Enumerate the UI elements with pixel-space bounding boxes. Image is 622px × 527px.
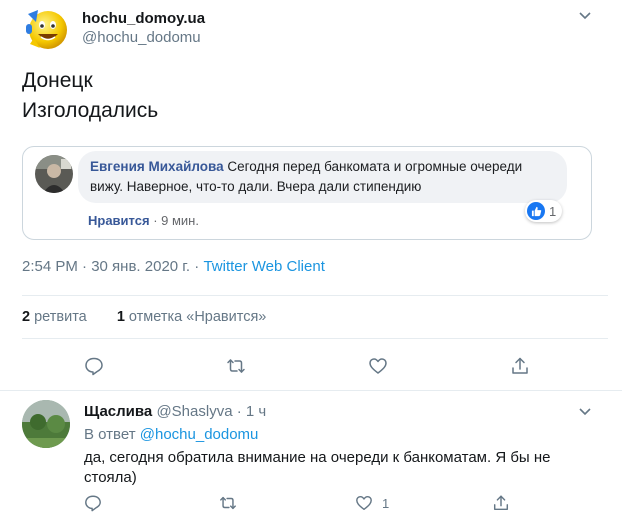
reaction-badge: 1 <box>525 200 563 222</box>
main-tweet: hochu_domoy.ua @hochu_dodomu Донецк Изго… <box>0 0 622 391</box>
tweet-text-line: Донецк <box>22 69 93 92</box>
reply-tweet[interactable]: Щаслива @Shaslyva · 1 ч В ответ @hochu_d… <box>0 392 622 527</box>
speech-bubble-icon[interactable] <box>84 494 102 512</box>
retweets-label: ретвита <box>34 309 87 325</box>
reply-time[interactable]: · 1 ч <box>237 403 267 420</box>
reply-avatar[interactable] <box>22 400 70 448</box>
speech-bubble-icon[interactable] <box>84 356 104 376</box>
reaction-count: 1 <box>549 203 557 219</box>
tweet-text-line: Изголодались <box>22 99 159 122</box>
profile-avatar[interactable] <box>22 4 70 52</box>
heart-icon[interactable] <box>355 494 373 512</box>
reply-header: Щаслива @Shaslyva · 1 ч <box>84 403 266 420</box>
retweet-arrows-icon[interactable] <box>226 356 246 376</box>
replying-to-mention[interactable]: @hochu_dodomu <box>140 426 259 443</box>
comment-bubble: Евгения Михайлова Сегодня перед банкомат… <box>78 151 567 203</box>
comment-like-link: Нравится <box>88 213 150 228</box>
reply-text: да, сегодня обратилa внимание на очереди… <box>84 449 551 486</box>
comment-meta: Нравится · 9 мин. <box>88 213 199 228</box>
display-name[interactable]: hochu_domoy.ua <box>82 10 205 27</box>
likes-label: отметка «Нравится» <box>128 309 267 325</box>
likes-count: 1 <box>116 309 125 325</box>
timestamp-text[interactable]: 2:54 PM · 30 янв. 2020 г. · <box>22 258 203 275</box>
client-link[interactable]: Twitter Web Client <box>203 258 324 275</box>
reply-display-name[interactable]: Щаслива <box>84 403 152 420</box>
user-handle[interactable]: @hochu_dodomu <box>82 29 201 46</box>
reply-like-count: 1 <box>382 496 390 511</box>
comment-author-avatar <box>35 155 73 193</box>
share-upload-icon[interactable] <box>492 494 510 512</box>
chevron-down-icon[interactable] <box>577 404 593 420</box>
heart-icon[interactable] <box>368 356 388 376</box>
replying-to: В ответ @hochu_dodomu <box>84 426 258 443</box>
replying-to-label: В ответ <box>84 426 140 443</box>
thumbs-up-icon <box>527 202 545 220</box>
retweets-stat[interactable]: 2 ретвита <box>22 309 87 325</box>
divider <box>22 338 608 339</box>
tweet-timestamp: 2:54 PM · 30 янв. 2020 г. · Twitter Web … <box>22 258 325 275</box>
likes-stat[interactable]: 1 отметка «Нравится» <box>117 309 267 325</box>
comment-author-name: Евгения Михайлова <box>90 159 224 174</box>
retweets-count: 2 <box>22 309 31 325</box>
reply-handle[interactable]: @Shaslyva <box>156 403 232 420</box>
embedded-image-card[interactable]: Евгения Михайлова Сегодня перед банкомат… <box>22 146 592 240</box>
comment-time: · 9 мин. <box>153 213 199 228</box>
chevron-down-icon[interactable] <box>577 8 593 24</box>
tweet-text: Донецк Изголодались <box>22 66 158 126</box>
retweet-arrows-icon[interactable] <box>219 494 237 512</box>
divider <box>22 295 608 296</box>
share-upload-icon[interactable] <box>510 356 530 376</box>
tweet-stats: 2 ретвита 1 отметка «Нравится» <box>22 309 266 325</box>
